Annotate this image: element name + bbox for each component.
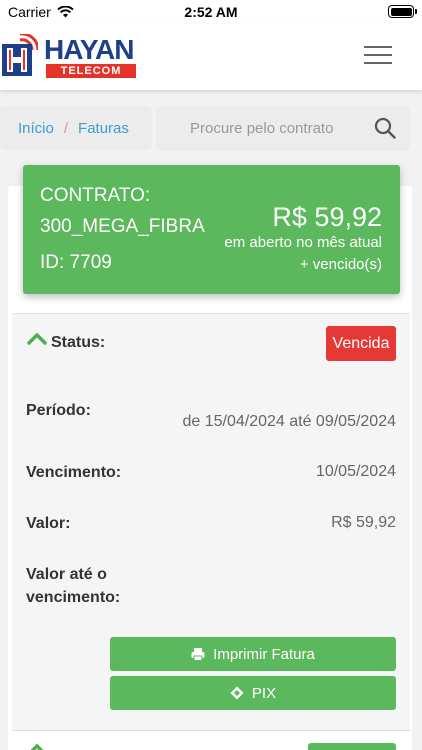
pix-button[interactable]: PIX: [110, 676, 396, 710]
pix-label: PIX: [251, 684, 277, 702]
breadcrumb-invoices[interactable]: Faturas: [78, 120, 129, 137]
brand-tagline: TELECOM: [46, 64, 136, 78]
contract-label: CONTRATO:: [40, 185, 151, 206]
breadcrumb-home[interactable]: Início: [18, 120, 54, 137]
search-icon[interactable]: [374, 117, 396, 139]
contract-search: [156, 106, 410, 151]
print-invoice-label: Imprimir Fatura: [213, 645, 315, 663]
invoice-details: Status: Vencida Período: de 15/04/2024 a…: [12, 313, 410, 731]
contract-summary: CONTRATO: 300_MEGA_FIBRA ID: 7709 R$ 59,…: [23, 165, 400, 294]
contract-amount: R$ 59,92: [272, 202, 382, 232]
chevron-up-icon[interactable]: [27, 744, 47, 750]
value-amount: R$ 59,92: [331, 514, 396, 531]
value-until-due-label: Valor até o vencimento:: [26, 566, 121, 606]
next-status-badge: [308, 743, 396, 750]
status-bar: Carrier 2:52 AM: [0, 0, 422, 24]
due-date-value: 10/05/2024: [315, 463, 396, 480]
breadcrumb-separator: /: [63, 119, 69, 137]
print-invoice-button[interactable]: Imprimir Fatura: [110, 637, 396, 671]
contract-id: ID: 7709: [40, 252, 112, 273]
pix-icon: [230, 686, 244, 700]
brand-name: HAYAN: [44, 34, 134, 65]
breadcrumb: Início / Faturas: [0, 106, 152, 150]
period-value: de 15/04/2024 até 09/05/2024: [182, 413, 396, 430]
period-label: Período:: [26, 402, 91, 419]
chevron-up-icon[interactable]: [27, 331, 47, 345]
contract-amount-description: em aberto no mês atual + vencido(s): [224, 234, 382, 273]
logo-mark-icon: [2, 34, 38, 76]
status-time: 2:52 AM: [184, 4, 238, 20]
due-date-label: Vencimento:: [26, 464, 122, 481]
brand-logo[interactable]: HAYAN TELECOM: [0, 32, 140, 80]
battery-icon: [388, 5, 417, 18]
app-header: HAYAN TELECOM: [0, 24, 422, 90]
contract-name: 300_MEGA_FIBRA: [40, 216, 205, 237]
search-input[interactable]: [156, 106, 366, 151]
hamburger-icon[interactable]: [364, 46, 392, 66]
status-badge: Vencida: [326, 326, 396, 361]
printer-icon: [191, 648, 205, 661]
status-label: Status:: [51, 334, 106, 351]
section-divider: [12, 730, 410, 731]
value-label: Valor:: [26, 515, 71, 532]
